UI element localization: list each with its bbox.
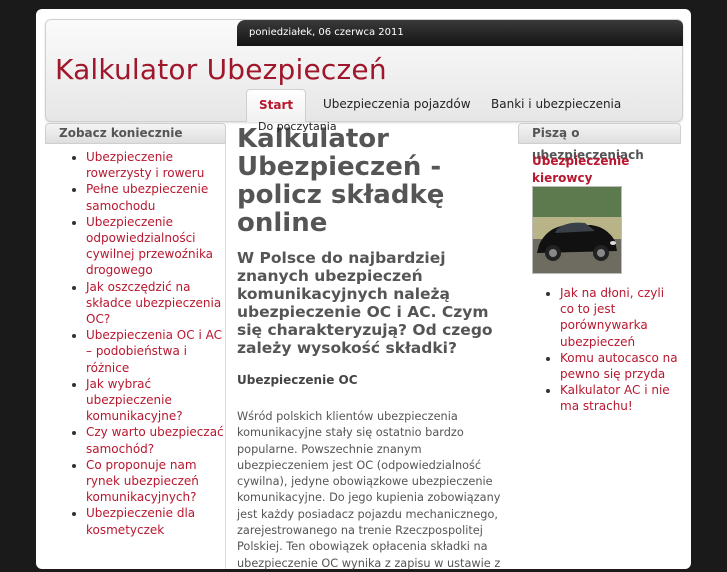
- list-item: Ubezpieczenia OC i AC – podobieństwa i r…: [86, 327, 225, 376]
- list-item: Kalkulator AC i nie ma strachu!: [560, 382, 681, 414]
- list-item: Jak oszczędzić na składce ubezpieczenia …: [86, 279, 225, 328]
- page-title: Kalkulator Ubezpieczeń - policz składkę …: [237, 124, 445, 238]
- site-header: poniedziałek, 06 czerwca 2011 Kalkulator…: [45, 19, 683, 122]
- article-paragraph: Wśród polskich klientów ubezpieczenia ko…: [237, 410, 501, 570]
- car-graphic: [533, 187, 621, 273]
- page-container: poniedziałek, 06 czerwca 2011 Kalkulator…: [36, 9, 691, 572]
- list-item: Ubezpieczenie rowerzysty i roweru: [86, 149, 225, 181]
- section-heading: Ubezpieczenie OC: [237, 373, 358, 387]
- sidebar-link[interactable]: Komu autocasco na pewno się przyda: [560, 351, 678, 381]
- sidebar-link[interactable]: Jak na dłoni, czyli co to jest porównywa…: [560, 286, 664, 349]
- list-item: Ubezpieczenie dla kosmetyczek: [86, 505, 225, 537]
- nav-sub-item-reading[interactable]: Do poczytania: [258, 120, 337, 133]
- sidebar-link[interactable]: Czy warto ubezpieczać samochód?: [86, 425, 224, 455]
- sidebar-link[interactable]: Ubezpieczenie odpowiedzialności cywilnej…: [86, 215, 213, 278]
- sidebar-left: Zobacz koniecznie Ubezpieczenie rowerzys…: [45, 123, 226, 569]
- nav-start[interactable]: Start: [246, 89, 307, 122]
- list-item: Jak wybrać ubezpieczenie komunikacyjne?: [86, 376, 225, 425]
- nav-banks-insurance[interactable]: Banki i ubezpieczenia: [491, 89, 621, 120]
- sidebar-link[interactable]: Co proponuje nam rynek ubezpieczeń komun…: [86, 458, 199, 504]
- sidebar-link[interactable]: Ubezpieczenie rowerzysty i roweru: [86, 150, 204, 180]
- sidebar-link[interactable]: Pełne ubezpieczenie samochodu: [86, 182, 208, 212]
- sidebar-left-title: Zobacz koniecznie: [45, 123, 226, 144]
- sidebar-right: Piszą o ubezpieczeniach Ubezpieczenie ki…: [518, 123, 681, 413]
- sidebar-link[interactable]: Kalkulator AC i nie ma strachu!: [560, 383, 670, 413]
- list-item: Komu autocasco na pewno się przyda: [560, 350, 681, 382]
- list-item: Pełne ubezpieczenie samochodu: [86, 181, 225, 213]
- sidebar-link[interactable]: Jak oszczędzić na składce ubezpieczenia …: [86, 280, 221, 326]
- list-item: Czy warto ubezpieczać samochód?: [86, 424, 225, 456]
- date-bar: poniedziałek, 06 czerwca 2011: [237, 20, 683, 46]
- list-item: Ubezpieczenie odpowiedzialności cywilnej…: [86, 214, 225, 279]
- sidebar-link[interactable]: Jak wybrać ubezpieczenie komunikacyjne?: [86, 377, 183, 423]
- car-image[interactable]: [532, 186, 622, 274]
- sidebar-left-list: Ubezpieczenie rowerzysty i roweru Pełne …: [45, 144, 226, 569]
- sidebar-right-list: Jak na dłoni, czyli co to jest porównywa…: [518, 285, 681, 415]
- sidebar-right-title: Piszą o: [518, 123, 681, 144]
- nav-vehicle-insurance[interactable]: Ubezpieczenia pojazdów: [323, 89, 471, 120]
- sidebar-link[interactable]: Ubezpieczenie dla kosmetyczek: [86, 506, 195, 536]
- main-content: Kalkulator Ubezpieczeń - policz składkę …: [237, 125, 509, 572]
- sidebar-link[interactable]: Ubezpieczenia OC i AC – podobieństwa i r…: [86, 328, 222, 374]
- feature-link[interactable]: Ubezpieczenie kierowcy: [532, 153, 632, 187]
- current-date: poniedziałek, 06 czerwca 2011: [249, 27, 404, 38]
- list-item: Co proponuje nam rynek ubezpieczeń komun…: [86, 457, 225, 506]
- page-subtitle: W Polsce do najbardziej znanych ubezpiec…: [237, 249, 493, 357]
- site-logo[interactable]: Kalkulator Ubezpieczeń: [55, 53, 387, 86]
- list-item: Jak na dłoni, czyli co to jest porównywa…: [560, 285, 681, 350]
